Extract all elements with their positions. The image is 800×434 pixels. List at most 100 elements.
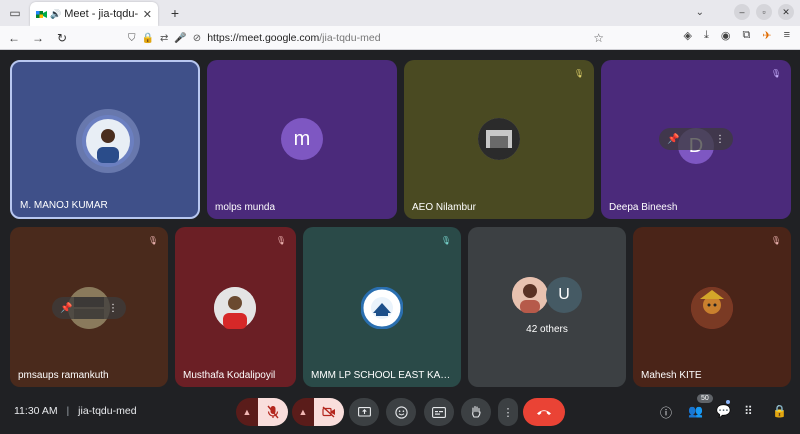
minimize-icon[interactable]: – xyxy=(734,4,750,20)
avatar-letter: m xyxy=(293,127,311,150)
forward-arrow-icon[interactable]: → xyxy=(28,28,48,48)
lock-icon[interactable]: 🔒 xyxy=(142,33,154,44)
others-tile[interactable]: U 42 others xyxy=(468,227,626,387)
microphone-permission-icon[interactable]: 🎤 xyxy=(174,33,186,44)
bookmark-star-icon[interactable]: ☆ xyxy=(593,31,604,45)
participant-name: M. MANOJ KUMAR xyxy=(20,200,108,211)
profile-photo-icon xyxy=(478,118,520,160)
more-vert-icon: ⋮ xyxy=(502,406,514,419)
pin-icon[interactable]: 📌 xyxy=(60,303,72,314)
browser-tab-bar: ▭ 🔊 Meet - jia-tqdu-med ✕ + ⌄ – ▫ ✕ xyxy=(0,0,800,26)
school-logo-icon xyxy=(361,287,403,329)
close-window-icon[interactable]: ✕ xyxy=(778,4,794,20)
avatar xyxy=(512,277,548,313)
tab-list-icon[interactable]: ▭ xyxy=(4,2,26,24)
avatar xyxy=(82,115,134,167)
meeting-details-info-icon[interactable]: ⓘ xyxy=(660,404,672,421)
more-options-icon[interactable]: ⋮ xyxy=(108,303,118,314)
activities-grid-icon[interactable]: ⠿ xyxy=(744,404,753,418)
reload-icon[interactable]: ↻ xyxy=(52,28,72,48)
new-tab-button[interactable]: + xyxy=(164,2,186,24)
participant-tile[interactable]: 🎙︎ AEO Nilambur xyxy=(404,60,594,219)
camera-off-button[interactable] xyxy=(314,398,344,426)
meet-favicon-icon xyxy=(36,9,47,20)
close-tab-icon[interactable]: ✕ xyxy=(143,8,152,21)
muted-mic-icon: 🎙︎ xyxy=(440,235,452,245)
participant-name: MMM LP SCHOOL EAST KALK... xyxy=(311,370,454,381)
profile-photo-icon xyxy=(691,287,733,329)
chat-icon[interactable]: 💬 xyxy=(716,404,731,418)
muted-mic-icon: 🎙︎ xyxy=(147,235,159,245)
avatar xyxy=(478,118,520,160)
info-separator: | xyxy=(66,405,70,417)
browser-tab-meet[interactable]: 🔊 Meet - jia-tqdu-med ✕ xyxy=(30,2,158,26)
camera-blocked-icon[interactable]: ⊘ xyxy=(193,33,201,44)
participant-tile[interactable]: 🎙︎ D 📌 ⋮ Deepa Bineesh xyxy=(601,60,791,219)
downloads-icon[interactable]: ⤓ xyxy=(704,29,709,42)
participant-name: AEO Nilambur xyxy=(412,202,476,213)
tab-overflow-chevron-icon[interactable]: ⌄ xyxy=(696,7,704,18)
participants-count-badge: 50 xyxy=(697,394,713,403)
participant-name: Deepa Bineesh xyxy=(609,202,678,213)
present-screen-icon xyxy=(357,406,371,417)
window-controls: ⌄ – ▫ ✕ xyxy=(696,4,794,20)
current-time: 11:30 AM xyxy=(14,405,58,417)
profile-photo-icon xyxy=(214,287,256,329)
extension-icon[interactable]: ✈ xyxy=(762,29,771,42)
reactions-button[interactable] xyxy=(386,398,416,426)
address-bar[interactable]: ⛉ 🔒 ⇄ 🎤 ⊘ https://meet.google.com/jia-tq… xyxy=(128,29,608,47)
profile-photo-icon xyxy=(512,277,548,313)
avatar-letter: U xyxy=(558,286,570,303)
present-screen-button[interactable] xyxy=(349,398,379,426)
participant-name: Mahesh KITE xyxy=(641,370,702,381)
host-controls-lock-icon[interactable]: 🔒 xyxy=(772,404,787,418)
video-options-chevron-icon[interactable]: ▲ xyxy=(292,398,314,426)
browser-nav-bar: ← → ↻ ⛉ 🔒 ⇄ 🎤 ⊘ https://meet.google.com /… xyxy=(0,26,800,50)
captions-button[interactable] xyxy=(424,398,454,426)
toolbar-right: ◈ ⤓ ◉ ⧉ ✈ ≡ xyxy=(684,29,790,42)
hang-up-icon xyxy=(537,410,551,415)
muted-mic-icon: 🎙︎ xyxy=(573,68,585,78)
participant-tile[interactable]: 🎙︎ Mahesh KITE xyxy=(633,227,791,387)
others-count-label: 42 others xyxy=(526,324,568,335)
tab-title: Meet - jia-tqdu-med xyxy=(64,8,139,20)
participant-tile[interactable]: 🎙︎ MMM LP SCHOOL EAST KALK... xyxy=(303,227,461,387)
muted-mic-icon: 🎙︎ xyxy=(770,235,782,245)
shield-icon[interactable]: ⛉ xyxy=(128,33,136,44)
emoji-icon xyxy=(394,405,408,419)
maximize-icon[interactable]: ▫ xyxy=(756,4,772,20)
participant-tile[interactable]: m molps munda xyxy=(207,60,397,219)
menu-icon[interactable]: ≡ xyxy=(784,29,790,42)
audio-options-chevron-icon[interactable]: ▲ xyxy=(236,398,258,426)
pin-icon[interactable]: 📌 xyxy=(667,134,679,145)
participant-tile[interactable]: 🎙︎ 📌 ⋮ pmsaups ramankuth xyxy=(10,227,168,387)
more-options-button[interactable]: ⋮ xyxy=(498,398,518,426)
participant-tile[interactable]: M. MANOJ KUMAR xyxy=(10,60,200,219)
avatar xyxy=(361,287,403,329)
video-grid: M. MANOJ KUMAR m molps munda 🎙︎ AEO Nila… xyxy=(0,50,800,392)
raise-hand-button[interactable] xyxy=(461,398,491,426)
mic-off-button[interactable] xyxy=(258,398,288,426)
profile-photo-icon xyxy=(86,119,130,163)
audio-playing-icon[interactable]: 🔊 xyxy=(50,9,61,20)
account-icon[interactable]: ◉ xyxy=(721,29,731,42)
muted-mic-icon: 🎙︎ xyxy=(770,68,782,78)
pocket-icon[interactable]: ◈ xyxy=(684,29,692,42)
back-arrow-icon[interactable]: ← xyxy=(4,28,24,48)
people-icon[interactable]: 👥 xyxy=(688,404,703,418)
participant-name: molps munda xyxy=(215,202,276,213)
more-options-icon[interactable]: ⋮ xyxy=(715,134,725,145)
extensions-icon[interactable]: ⧉ xyxy=(743,29,751,42)
muted-mic-icon: 🎙︎ xyxy=(275,235,287,245)
participant-name: Musthafa Kodalipoyil xyxy=(183,370,276,381)
meet-control-bar: 11:30 AM | jia-tqdu-med ▲ ▲ ⋮ ⓘ 👥 50 💬 ⠿… xyxy=(0,392,800,434)
participant-tile[interactable]: 🎙︎ Musthafa Kodalipoyil xyxy=(175,227,296,387)
avatar: m xyxy=(281,118,323,160)
leave-call-button[interactable] xyxy=(523,398,565,426)
captions-icon xyxy=(432,406,446,418)
avatar: U xyxy=(546,277,582,313)
meeting-code: jia-tqdu-med xyxy=(78,405,137,417)
participant-name: pmsaups ramankuth xyxy=(18,370,109,381)
camera-control: ▲ xyxy=(292,398,344,426)
permissions-icon[interactable]: ⇄ xyxy=(160,33,168,44)
